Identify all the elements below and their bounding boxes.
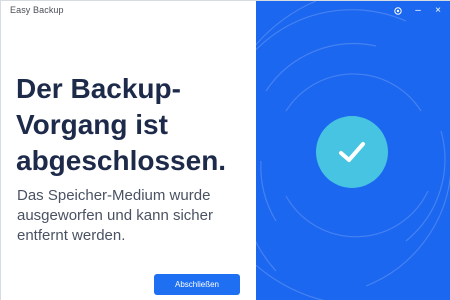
- window-controls: – ×: [391, 4, 445, 18]
- gear-icon[interactable]: [391, 4, 405, 18]
- description-line: ausgeworfen und kann sicher: [17, 207, 213, 224]
- status-panel: – ×: [256, 1, 450, 300]
- headline-line: Der Backup-: [16, 73, 181, 104]
- finish-button[interactable]: Abschließen: [154, 274, 240, 295]
- content-panel: Easy Backup Der Backup- Vorgang ist abge…: [1, 1, 256, 300]
- checkmark-icon: [339, 142, 365, 162]
- success-indicator: [316, 116, 388, 188]
- headline-line: abgeschlossen.: [16, 145, 227, 176]
- headline-line: Vorgang ist: [16, 109, 168, 140]
- minimize-button[interactable]: –: [411, 4, 425, 18]
- description-line: Das Speicher-Medium wurde: [17, 187, 211, 204]
- description-line: entfernt werden.: [17, 227, 126, 244]
- description-text: Das Speicher-Medium wurde ausgeworfen un…: [17, 186, 249, 246]
- page-title: Der Backup- Vorgang ist abgeschlossen.: [16, 71, 251, 179]
- window-title: Easy Backup: [10, 5, 64, 15]
- gear-icon-graphic: [394, 7, 402, 15]
- app-window: Easy Backup Der Backup- Vorgang ist abge…: [0, 0, 450, 300]
- close-button[interactable]: ×: [431, 4, 445, 18]
